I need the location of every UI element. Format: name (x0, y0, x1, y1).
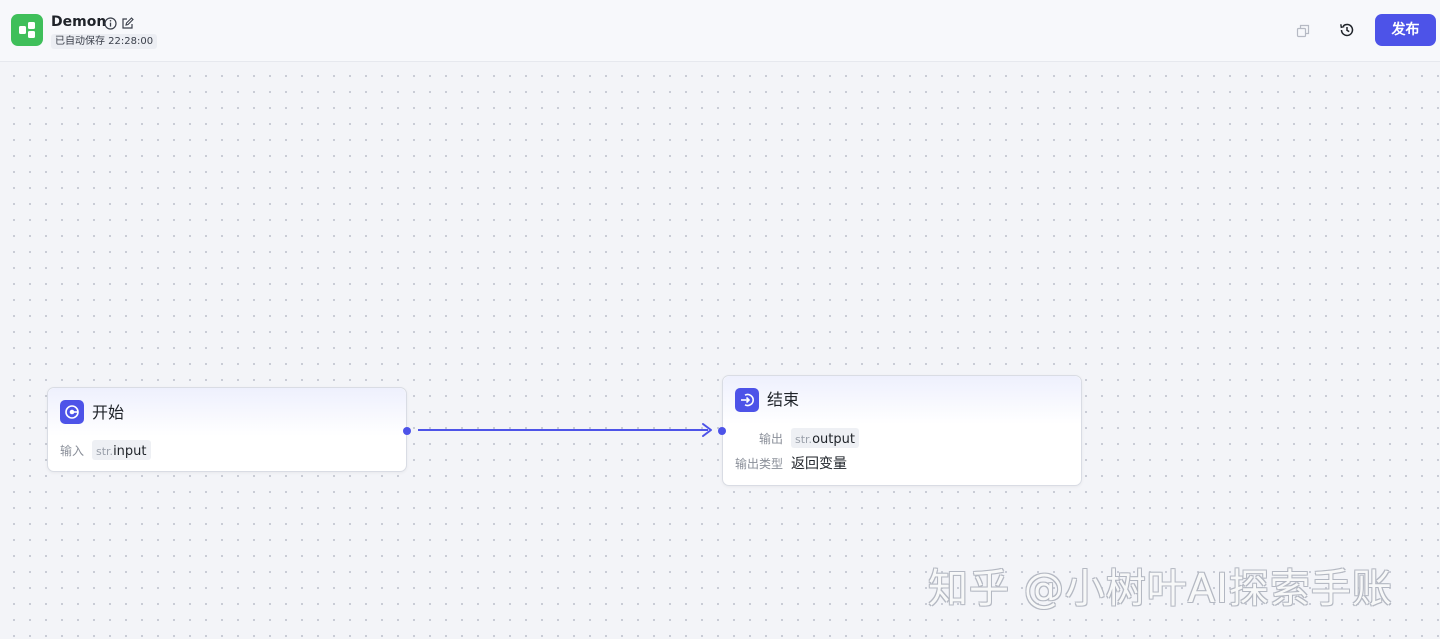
end-node-title: 结束 (767, 390, 800, 409)
watermark: 知乎 @小树叶AI探索手账 (928, 566, 1393, 612)
publish-button[interactable]: 发布 (1375, 14, 1436, 46)
output-label: 输出 (759, 432, 784, 446)
connection-edge[interactable] (0, 0, 1440, 639)
history-icon[interactable] (1339, 22, 1355, 38)
input-label: 输入 (60, 444, 85, 458)
top-toolbar: Demon 已自动保存 22:28:00 发布 (0, 0, 1440, 62)
workflow-title: Demon (51, 14, 107, 30)
copy-icon[interactable] (1296, 23, 1310, 38)
end-input-port[interactable] (718, 427, 726, 435)
info-icon[interactable] (104, 15, 117, 30)
variable-type: str. (795, 433, 813, 446)
workflow-logo-icon (11, 14, 43, 46)
end-icon (735, 388, 759, 412)
start-node-title: 开始 (92, 403, 125, 422)
start-node[interactable]: 开始 输入 str.input (47, 387, 407, 472)
end-node[interactable]: 结束 输出 str.output 输出类型 返回变量 (722, 375, 1082, 486)
start-icon (60, 400, 84, 424)
output-variable-tag: str.output (791, 428, 859, 448)
output-type-value[interactable]: 返回变量 (791, 455, 847, 473)
edit-icon[interactable] (121, 15, 134, 29)
output-type-label: 输出类型 (735, 457, 784, 471)
input-variable-tag: str.input (92, 440, 151, 460)
variable-name: input (113, 444, 147, 459)
variable-name: output (812, 432, 855, 447)
autosave-status: 已自动保存 22:28:00 (51, 34, 158, 49)
variable-type: str. (96, 445, 114, 458)
start-output-port[interactable] (403, 427, 411, 435)
